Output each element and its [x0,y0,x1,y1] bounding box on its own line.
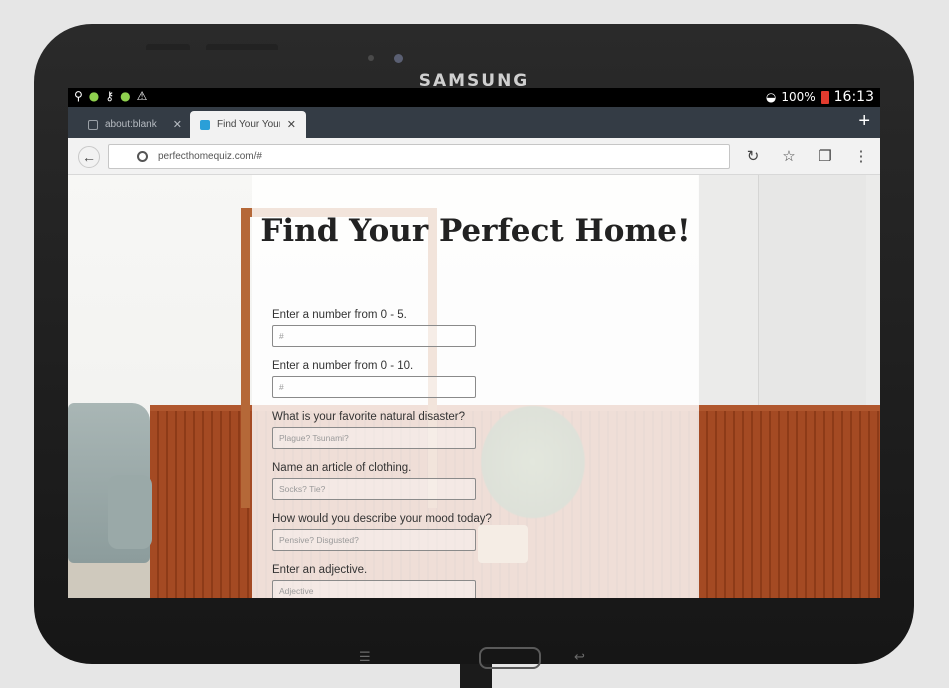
new-tab-plus-icon[interactable]: + [858,110,870,133]
url-text: perfecthomequiz.com/# [158,151,262,162]
globe-icon [137,151,148,162]
wifi-icon: ◒ [765,90,777,104]
armchair-arm [108,475,152,549]
android-icon: ● [88,89,100,103]
tab-switcher-icon[interactable]: ❐ [816,147,834,165]
back-arrow-icon[interactable]: ← [78,146,100,168]
notification-icons: ⚲ ● ⚷ ● ⚠ [74,89,147,103]
question-5-label: How would you describe your mood today? [272,513,492,525]
site-favicon [200,119,210,130]
question-1-input[interactable] [272,325,476,347]
tab-strip: about:blank ✕ Find Your Your Pe ✕ + [68,107,880,138]
reload-icon[interactable]: ↻ [744,147,762,165]
tablet-screen: ⚲ ● ⚷ ● ⚠ ◒ 100% 16:13 about:blank ✕ Fin… [68,88,880,598]
warning-icon: ⚠ [136,89,148,103]
question-6-label: Enter an adjective. [272,564,368,576]
sensor-dot [368,55,374,61]
question-6-input[interactable] [272,580,476,598]
question-2-input[interactable] [272,376,476,398]
question-2-label: Enter a number from 0 - 10. [272,360,414,372]
question-5-input[interactable] [272,529,476,551]
hardware-volume-button [206,44,278,50]
address-bar[interactable]: perfecthomequiz.com/# [108,144,730,169]
overflow-menu-icon[interactable]: ⋮ [852,147,870,165]
question-4-input[interactable] [272,478,476,500]
tab-title: about:blank [105,119,157,130]
hardware-power-button [146,44,190,50]
question-4-label: Name an article of clothing. [272,462,412,474]
background-pillar [758,175,866,437]
back-key-icon[interactable]: ↩ [574,650,585,665]
clock: 16:13 [833,89,874,105]
bookmark-star-icon[interactable]: ☆ [780,147,798,165]
key-icon: ⚷ [105,89,115,103]
front-camera [394,54,403,63]
close-tab-icon[interactable]: ✕ [287,118,296,131]
browser-toolbar: ← perfecthomequiz.com/# ↻ ☆ ❐ ⋮ [68,138,880,175]
blank-page-icon [88,119,98,130]
page-title: Find Your Perfect Home! [260,213,691,249]
question-1-label: Enter a number from 0 - 5. [272,309,407,321]
tab-find-your-perfect-home[interactable]: Find Your Your Pe ✕ [190,111,306,138]
system-icons: ◒ 100% 16:13 [766,89,874,105]
android-icon: ● [120,89,131,103]
close-tab-icon[interactable]: ✕ [173,118,182,131]
battery-icon [820,91,829,104]
question-3-label: What is your favorite natural disaster? [272,411,466,423]
usb-icon: ⚲ [74,89,83,103]
status-bar: ⚲ ● ⚷ ● ⚠ ◒ 100% 16:13 [68,88,880,107]
tab-title: Find Your Your Pe [217,119,280,130]
web-page: Find Your Perfect Home! Enter a number f… [68,175,880,598]
battery-percent: 100% [781,90,816,104]
question-3-input[interactable] [272,427,476,449]
menu-key-icon[interactable]: ☰ [359,650,371,665]
home-button[interactable] [479,647,541,669]
tab-about-blank[interactable]: about:blank ✕ [78,111,192,138]
